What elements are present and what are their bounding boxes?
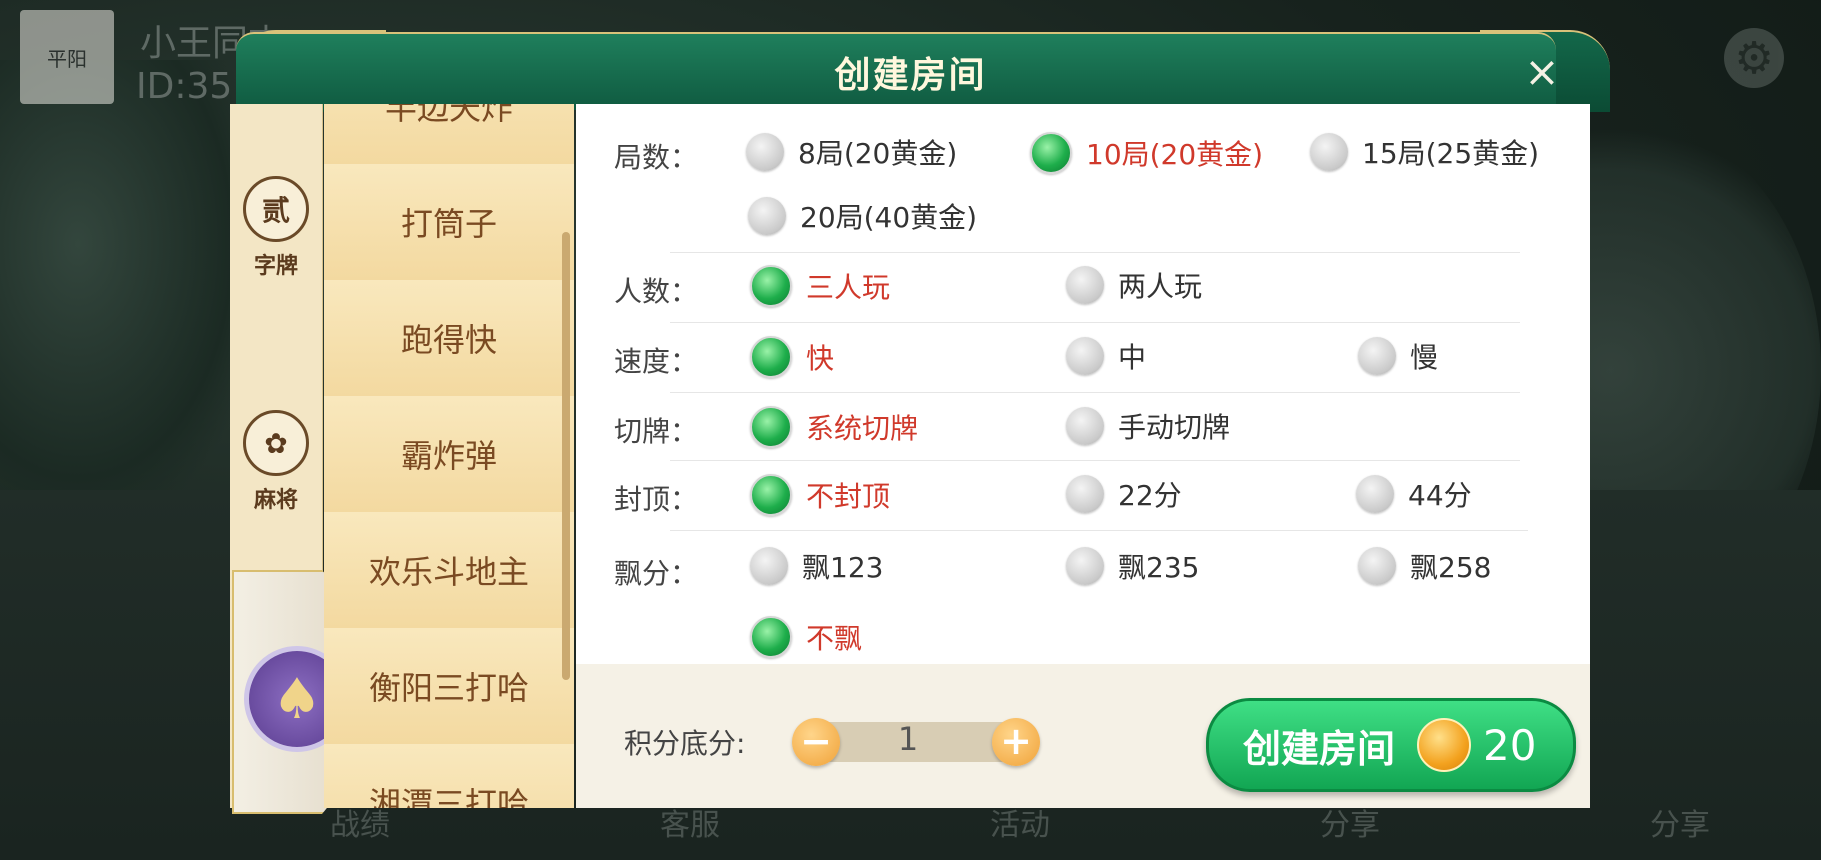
radio-checked-icon (750, 616, 792, 658)
radio-icon (1066, 266, 1104, 304)
radio-icon (1066, 407, 1104, 445)
cap-option-44[interactable]: 44分 (1356, 474, 1472, 514)
radio-icon (1066, 475, 1104, 513)
radio-icon (1356, 475, 1394, 513)
zipai-badge-icon: 贰 (243, 176, 309, 242)
create-room-cost: 20 (1483, 720, 1537, 770)
option-label: 飘235 (1118, 551, 1200, 584)
rounds-label: 局数： (614, 141, 699, 174)
radio-icon (1310, 133, 1348, 171)
game-item[interactable]: 半边天炸 (324, 104, 574, 166)
option-label: 10局(20黄金) (1086, 138, 1264, 171)
divider (670, 322, 1520, 323)
option-label: 手动切牌 (1118, 411, 1231, 444)
rounds-option-8[interactable]: 8局(20黄金) (746, 132, 957, 172)
category-tab-majiang[interactable]: ✿ 麻将 (230, 410, 322, 514)
float-option-258[interactable]: 飘258 (1358, 546, 1491, 586)
option-label: 20局(40黄金) (800, 201, 978, 234)
majiang-badge-icon: ✿ (243, 410, 309, 476)
radio-checked-icon (750, 474, 792, 516)
option-label: 44分 (1408, 479, 1472, 512)
option-label: 15局(25黄金) (1362, 137, 1540, 170)
option-label: 飘123 (802, 551, 884, 584)
radio-checked-icon (1030, 132, 1072, 174)
game-item[interactable]: 湘潭三打哈 (324, 744, 574, 808)
players-label: 人数： (614, 275, 699, 308)
create-room-button[interactable]: 创建房间 20 (1206, 698, 1576, 792)
float-option-none[interactable]: 不飘 (750, 616, 862, 658)
divider (670, 252, 1520, 253)
radio-checked-icon (750, 265, 792, 307)
radio-icon (1358, 337, 1396, 375)
speed-label: 速度： (614, 345, 699, 378)
radio-icon (1066, 337, 1104, 375)
game-item[interactable]: 打筒子 (324, 164, 574, 282)
option-label: 8局(20黄金) (798, 137, 958, 170)
cut-label: 切牌： (614, 415, 699, 448)
speed-option-fast[interactable]: 快 (750, 336, 834, 378)
option-label: 慢 (1410, 341, 1439, 374)
create-room-label: 创建房间 (1243, 726, 1396, 771)
game-item[interactable]: 跑得快 (324, 280, 574, 398)
game-list: 半边天炸 打筒子 跑得快 霸炸弹 欢乐斗地主 衡阳三打哈 湘潭三打哈 (324, 104, 574, 808)
cut-option-manual[interactable]: 手动切牌 (1066, 406, 1230, 446)
base-score-label: 积分底分: (624, 727, 746, 760)
radio-icon (748, 197, 786, 235)
rounds-option-15[interactable]: 15局(25黄金) (1310, 132, 1539, 172)
category-label: 麻将 (253, 488, 298, 513)
bottom-nav-item: 分享 (1650, 808, 1710, 843)
radio-icon (1066, 547, 1104, 585)
option-label: 飘258 (1410, 551, 1492, 584)
float-label: 飘分： (614, 557, 699, 590)
option-label: 系统切牌 (806, 412, 919, 445)
players-option-two[interactable]: 两人玩 (1066, 265, 1202, 305)
option-label: 两人玩 (1118, 270, 1203, 303)
increment-button[interactable]: + (992, 718, 1040, 766)
radio-checked-icon (750, 406, 792, 448)
cap-option-22[interactable]: 22分 (1066, 474, 1182, 514)
players-option-three[interactable]: 三人玩 (750, 265, 890, 307)
radio-checked-icon (750, 336, 792, 378)
option-label: 不飘 (806, 622, 863, 655)
game-item-selected[interactable]: 衡阳三打哈 (324, 628, 574, 746)
speed-option-slow[interactable]: 慢 (1358, 336, 1438, 376)
option-label: 三人玩 (806, 271, 891, 304)
radio-icon (1358, 547, 1396, 585)
float-option-235[interactable]: 飘235 (1066, 546, 1199, 586)
cut-option-system[interactable]: 系统切牌 (750, 406, 918, 448)
close-icon[interactable]: × (1520, 50, 1564, 94)
option-label: 快 (806, 342, 835, 375)
game-item[interactable]: 欢乐斗地主 (324, 512, 574, 630)
coin-icon (1417, 718, 1472, 772)
rounds-option-10[interactable]: 10局(20黄金) (1030, 132, 1263, 174)
base-score-value: 1 (897, 720, 919, 758)
background-leaves (0, 60, 260, 520)
divider (670, 460, 1520, 461)
rounds-option-20[interactable]: 20局(40黄金) (748, 196, 977, 236)
divider (670, 530, 1528, 531)
game-list-scrollbar[interactable] (562, 232, 570, 680)
cap-label: 封顶： (614, 483, 699, 516)
option-label: 不封顶 (806, 480, 891, 513)
category-label: 字牌 (253, 254, 298, 279)
float-option-123[interactable]: 飘123 (750, 546, 883, 586)
game-item[interactable]: 霸炸弹 (324, 396, 574, 514)
speed-option-medium[interactable]: 中 (1066, 336, 1146, 376)
divider (670, 392, 1520, 393)
cap-option-none[interactable]: 不封顶 (750, 474, 890, 516)
option-label: 22分 (1118, 479, 1182, 512)
radio-icon (746, 133, 784, 171)
radio-icon (750, 547, 788, 585)
option-label: 中 (1118, 341, 1147, 374)
category-tab-zipai[interactable]: 贰 字牌 (230, 176, 322, 280)
